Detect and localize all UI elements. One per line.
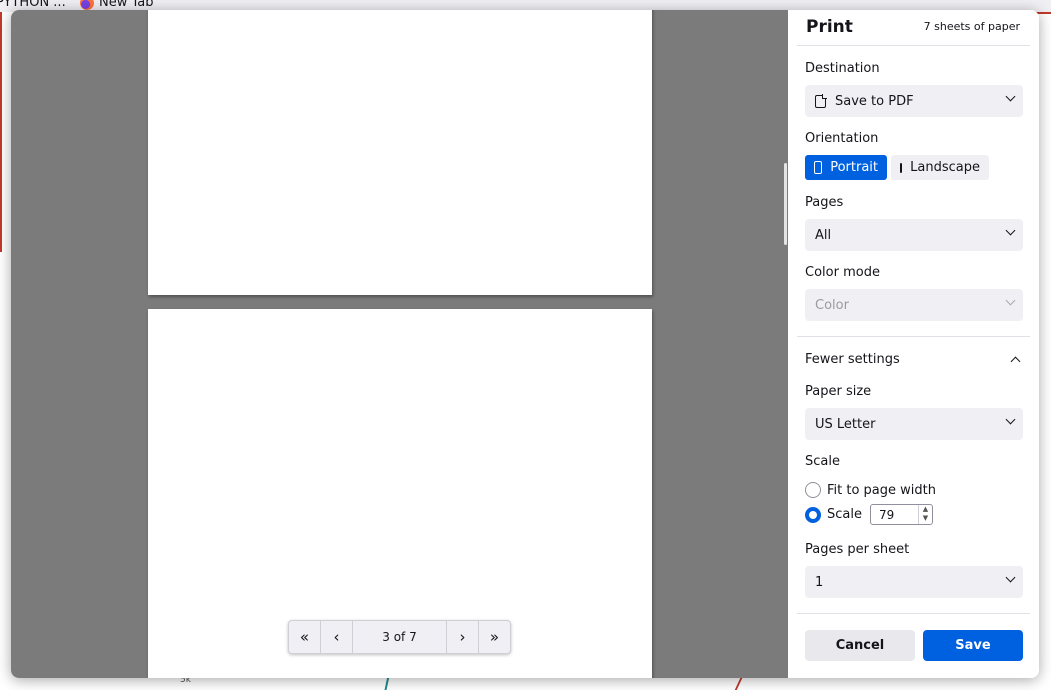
- scale-input[interactable]: 79 ▲ ▼: [869, 504, 933, 525]
- scale-option-label: Scale: [827, 507, 862, 522]
- print-settings-panel: Print 7 sheets of paper Destination Save…: [788, 10, 1039, 678]
- paper-size-value: US Letter: [815, 416, 876, 432]
- chevron-up-icon: [1010, 356, 1021, 367]
- preview-scrollbar[interactable]: [784, 163, 787, 245]
- scale-option[interactable]: Scale 79 ▲ ▼: [805, 504, 933, 525]
- portrait-icon: [814, 161, 823, 174]
- save-button[interactable]: Save: [923, 630, 1023, 661]
- chevron-left-icon: ‹: [333, 628, 340, 646]
- portrait-label: Portrait: [830, 160, 878, 175]
- spin-up-icon[interactable]: ▲: [919, 505, 932, 514]
- double-chevron-right-icon: »: [489, 628, 500, 646]
- chevron-down-icon: [1005, 572, 1016, 583]
- page-navigation: « ‹ 3 of 7 › »: [288, 620, 511, 654]
- spin-down-icon[interactable]: ▼: [919, 514, 932, 523]
- scale-label: Scale: [805, 454, 840, 469]
- scale-value: 79: [878, 507, 895, 522]
- previous-page-button[interactable]: ‹: [321, 621, 353, 653]
- divider: [797, 613, 1030, 614]
- divider: [797, 336, 1030, 337]
- destination-select[interactable]: Save to PDF: [805, 85, 1023, 117]
- landscape-icon: [900, 162, 903, 173]
- fit-to-page-option[interactable]: Fit to page width: [805, 482, 936, 498]
- portrait-button[interactable]: Portrait: [805, 155, 887, 180]
- fewer-settings-toggle[interactable]: Fewer settings: [805, 352, 1023, 367]
- chevron-down-icon: [1005, 295, 1016, 306]
- chevron-down-icon: [1005, 414, 1016, 425]
- color-mode-select: Color: [805, 289, 1023, 321]
- paper-size-label: Paper size: [805, 384, 872, 399]
- browser-tab[interactable]: PYTHON ...: [0, 0, 66, 10]
- double-chevron-left-icon: «: [299, 628, 310, 646]
- browser-tab-label: New Tab: [99, 0, 154, 10]
- pages-value: All: [815, 227, 832, 243]
- fit-to-page-label: Fit to page width: [827, 482, 936, 498]
- chart-line-fragment: [0, 12, 2, 252]
- print-dialog: « ‹ 3 of 7 › » Print 7 sheets of paper D…: [11, 10, 1039, 678]
- pages-select[interactable]: All: [805, 219, 1023, 251]
- paper-size-select[interactable]: US Letter: [805, 408, 1023, 440]
- firefox-icon: [80, 0, 94, 10]
- chevron-right-icon: ›: [459, 628, 466, 646]
- color-mode-label: Color mode: [805, 265, 880, 280]
- dialog-footer: Cancel Save: [805, 630, 1023, 661]
- next-page-button[interactable]: ›: [446, 621, 478, 653]
- document-icon: [815, 93, 827, 108]
- chevron-down-icon: [1005, 225, 1016, 236]
- print-title: Print: [806, 17, 853, 37]
- page-counter: 3 of 7: [382, 630, 417, 644]
- pages-label: Pages: [805, 195, 844, 210]
- cancel-button[interactable]: Cancel: [805, 630, 915, 661]
- pages-per-sheet-label: Pages per sheet: [805, 542, 910, 557]
- fit-to-page-radio[interactable]: [805, 482, 821, 498]
- landscape-button[interactable]: Landscape: [891, 155, 989, 180]
- pages-per-sheet-value: 1: [815, 574, 824, 590]
- scale-spinner[interactable]: ▲ ▼: [917, 505, 932, 524]
- browser-tab-new[interactable]: New Tab: [80, 0, 154, 10]
- last-page-button[interactable]: »: [478, 621, 510, 653]
- preview-page: [148, 10, 652, 295]
- color-mode-value: Color: [815, 297, 849, 313]
- destination-label: Destination: [805, 61, 880, 76]
- fewer-settings-label: Fewer settings: [805, 352, 900, 367]
- landscape-label: Landscape: [910, 160, 980, 175]
- first-page-button[interactable]: «: [289, 621, 321, 653]
- orientation-label: Orientation: [805, 131, 879, 146]
- chevron-down-icon: [1005, 91, 1016, 102]
- sheet-count: 7 sheets of paper: [923, 20, 1020, 33]
- scale-radio[interactable]: [805, 506, 821, 523]
- orientation-toggle: Portrait Landscape: [805, 155, 989, 180]
- destination-value: Save to PDF: [835, 93, 914, 109]
- print-preview-area[interactable]: « ‹ 3 of 7 › »: [11, 10, 788, 678]
- print-header: Print 7 sheets of paper: [797, 10, 1030, 46]
- pages-per-sheet-select[interactable]: 1: [805, 566, 1023, 598]
